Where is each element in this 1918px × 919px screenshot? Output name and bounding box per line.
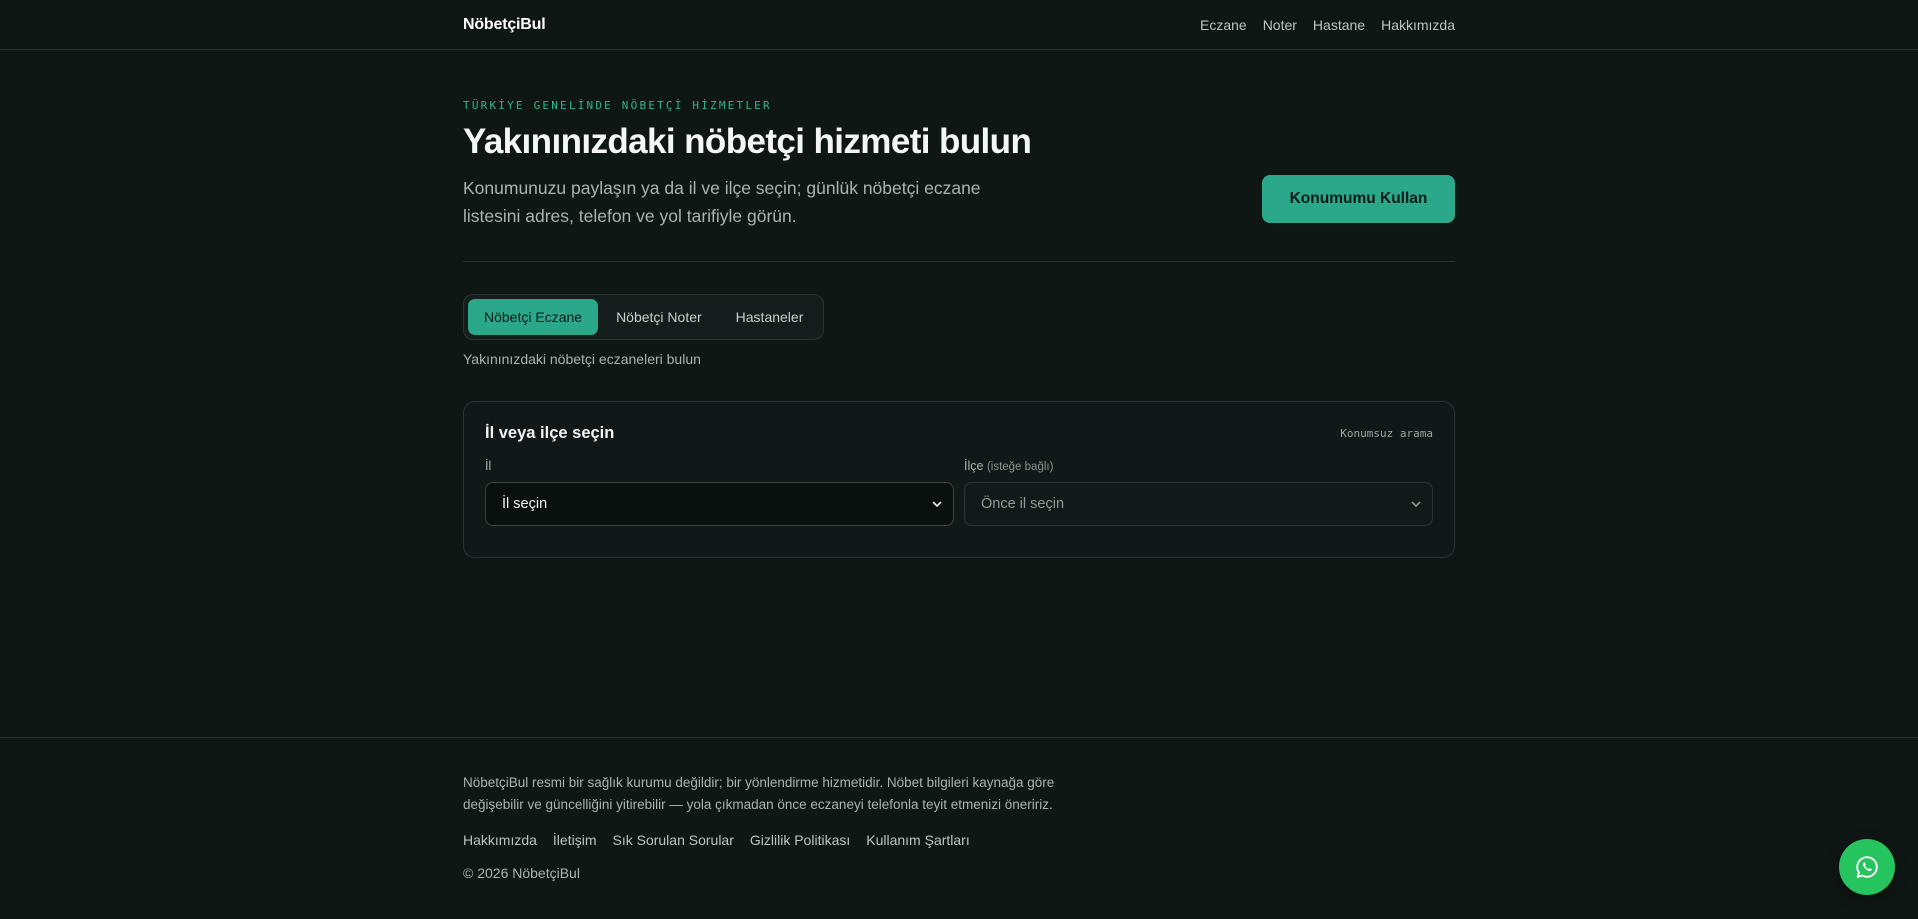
- whatsapp-button[interactable]: [1839, 839, 1895, 895]
- main-nav: Eczane Noter Hastane Hakkımızda: [1200, 17, 1455, 33]
- chevron-down-icon: [1411, 501, 1421, 507]
- hero-description: Konumunuzu paylaşın ya da il ve ilçe seç…: [463, 178, 981, 226]
- nav-link-hastane[interactable]: Hastane: [1313, 17, 1365, 33]
- whatsapp-icon: [1856, 856, 1878, 878]
- location-select-card: İl veya ilçe seçin Konumsuz arama İl İl …: [463, 401, 1455, 558]
- nav-link-eczane[interactable]: Eczane: [1200, 17, 1247, 33]
- service-tabs: Nöbetçi Eczane Nöbetçi Noter Hastaneler: [463, 294, 825, 340]
- card-title: İl veya ilçe seçin: [485, 424, 615, 442]
- chevron-down-icon: [932, 501, 942, 507]
- district-optional-note: (isteğe bağlı): [986, 461, 1054, 473]
- district-label: İlçe (isteğe bağlı): [964, 459, 1433, 477]
- top-navbar: NöbetçiBul Eczane Noter Hastane Hakkımız…: [0, 0, 1918, 50]
- hero-divider: [463, 261, 1455, 262]
- nav-link-hakkimizda[interactable]: Hakkımızda: [1381, 17, 1455, 33]
- card-tag: Konumsuz arama: [1340, 427, 1433, 440]
- footer-link-gizlilik[interactable]: Gizlilik Politikası: [750, 832, 850, 848]
- use-location-button[interactable]: Konumumu Kullan: [1262, 175, 1455, 223]
- footer-copyright: © 2026 NöbetçiBul: [463, 865, 580, 881]
- main-content: TÜRKİYE GENELİNDE NÖBETÇİ HİZMETLER Yakı…: [463, 50, 1455, 558]
- nav-link-noter[interactable]: Noter: [1263, 17, 1297, 33]
- footer-link-hakkimizda[interactable]: Hakkımızda: [463, 832, 537, 848]
- page-title: Yakınınızdaki nöbetçi hizmeti bulun: [463, 122, 1032, 161]
- province-field: İl İl seçin: [485, 459, 954, 526]
- footer-link-kullanim-sartlari[interactable]: Kullanım Şartları: [866, 832, 969, 848]
- tab-nobetci-eczane[interactable]: Nöbetçi Eczane: [468, 299, 599, 335]
- footer-link-iletisim[interactable]: İletişim: [553, 832, 597, 848]
- footer-link-sss[interactable]: Sık Sorulan Sorular: [612, 832, 733, 848]
- tab-nobetci-noter[interactable]: Nöbetçi Noter: [600, 299, 718, 335]
- hero-eyebrow: TÜRKİYE GENELİNDE NÖBETÇİ HİZMETLER: [463, 99, 772, 112]
- footer-links: Hakkımızda İletişim Sık Sorulan Sorular …: [463, 832, 1455, 848]
- province-select-value: İl seçin: [502, 496, 548, 512]
- district-select-value: Önce il seçin: [981, 496, 1065, 512]
- district-field: İlçe (isteğe bağlı) Önce il seçin: [964, 459, 1433, 526]
- tab-description: Yakınınızdaki nöbetçi eczaneleri bulun: [463, 351, 701, 367]
- province-label: İl: [485, 459, 492, 473]
- tab-hastaneler[interactable]: Hastaneler: [720, 299, 820, 335]
- brand-logo[interactable]: NöbetçiBul: [463, 16, 546, 34]
- hero-section: TÜRKİYE GENELİNDE NÖBETÇİ HİZMETLER Yakı…: [463, 50, 1455, 262]
- district-select[interactable]: Önce il seçin: [964, 482, 1433, 526]
- district-label-text: İlçe: [964, 459, 984, 473]
- footer: NöbetçiBul resmi bir sağlık kurumu değil…: [0, 737, 1918, 919]
- footer-disclaimer: NöbetçiBul resmi bir sağlık kurumu değil…: [463, 775, 1055, 812]
- province-select[interactable]: İl seçin: [485, 482, 954, 526]
